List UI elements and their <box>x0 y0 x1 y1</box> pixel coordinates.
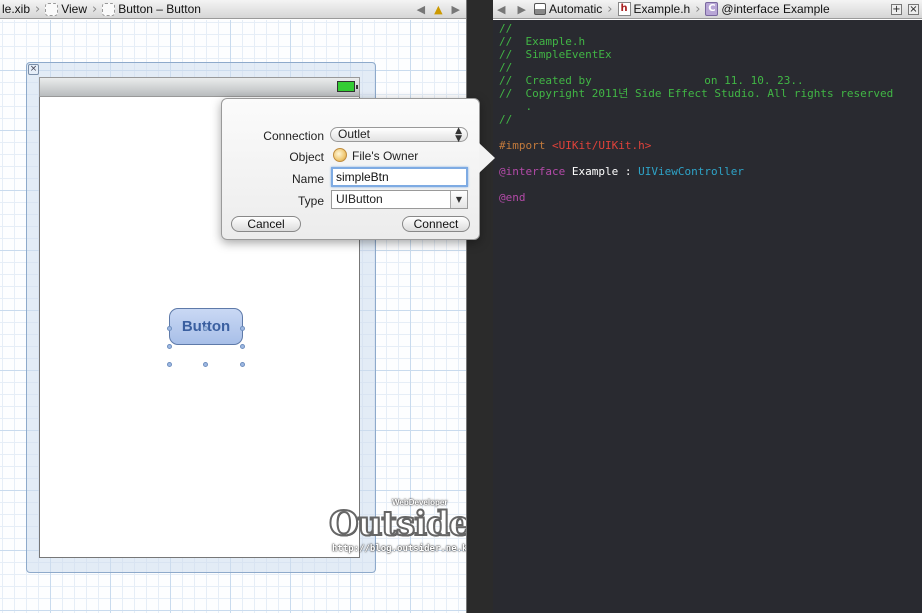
add-assistant-editor-icon[interactable]: + <box>891 3 902 15</box>
code-comment-line: // Created by on 11. 10. 23.. <box>499 74 804 87</box>
simulated-status-bar <box>39 77 360 97</box>
breadcrumb-separator-icon: › <box>695 1 701 17</box>
breadcrumb-xib-file[interactable]: le.xib <box>0 0 32 18</box>
breadcrumb-separator-icon: › <box>607 1 613 17</box>
symbol-label: @interface Example <box>721 2 830 16</box>
connection-type-popup[interactable]: Outlet ▲ ▼ <box>330 126 468 144</box>
button-object-icon <box>102 2 116 16</box>
connection-label: Connection <box>263 129 324 143</box>
breadcrumb-view-label: View <box>61 2 88 16</box>
code-comment-line: // SimpleEventEx <box>499 48 612 61</box>
close-assistant-editor-icon[interactable]: × <box>908 3 919 15</box>
battery-icon <box>337 81 358 92</box>
import-directive: #import <box>499 139 546 152</box>
code-comment-line: // <box>499 113 513 126</box>
next-issue-icon[interactable]: ▶ <box>446 3 466 16</box>
assistant-mode-automatic[interactable]: Automatic <box>532 0 604 18</box>
code-comment-line: . <box>499 100 533 113</box>
go-forward-icon[interactable]: ▶ <box>511 3 531 16</box>
go-back-icon[interactable]: ◀ <box>491 3 511 16</box>
warning-icon[interactable]: ▲ <box>431 3 445 16</box>
type-value: UIButton <box>336 192 383 206</box>
class-symbol-icon: C <box>705 2 719 16</box>
code-comment-line: // <box>499 22 513 35</box>
resize-handle[interactable] <box>203 326 208 331</box>
cancel-button[interactable]: Cancel <box>231 216 301 232</box>
resize-handle[interactable] <box>240 326 245 331</box>
breadcrumb-header-file[interactable]: h Example.h <box>616 0 693 18</box>
resize-handle[interactable] <box>167 326 172 331</box>
assistant-editor-jump-bar: ◀ ▶ Automatic › h Example.h › C @interface… <box>467 0 922 19</box>
object-value: File's Owner <box>352 149 419 163</box>
resize-handle[interactable] <box>167 362 172 367</box>
object-label: Object <box>289 150 324 164</box>
watermark-logo: Outsider <box>328 504 488 544</box>
code-comment-line: // Example.h <box>499 35 586 48</box>
connect-button[interactable]: Connect <box>402 216 470 232</box>
breadcrumb-view[interactable]: View <box>43 0 89 18</box>
breadcrumb-symbol[interactable]: C @interface Example <box>703 0 831 18</box>
class-name: Example : <box>571 165 632 178</box>
watermark-tagline: WebDeveloper <box>392 498 448 507</box>
code-comment-line: // Copyright 2011년 Side Effect Studio. A… <box>499 87 894 100</box>
automatic-mode-icon <box>533 3 546 15</box>
type-combo-box[interactable]: UIButton ▼ <box>331 190 468 209</box>
breadcrumb-button-label: Button – Button <box>118 2 201 16</box>
code-editor[interactable]: // // Example.h // SimpleEventEx // // C… <box>493 20 922 613</box>
breadcrumb-separator-icon: › <box>92 1 98 17</box>
popup-arrows-icon: ▲ ▼ <box>455 126 462 144</box>
superclass-name: UIViewController <box>638 165 745 178</box>
resize-handle[interactable] <box>240 344 245 349</box>
view-object-icon <box>45 2 59 16</box>
breadcrumb-xib-label: le.xib <box>2 2 31 16</box>
outlet-name-field[interactable] <box>331 167 468 187</box>
import-path: <UIKit/UIKit.h> <box>551 139 652 152</box>
interface-builder-jump-bar: le.xib › View › Button – Button ◀ ▲ ▶ <box>0 0 466 19</box>
popover-arrow <box>479 143 495 173</box>
connection-type-value: Outlet <box>338 127 371 141</box>
name-label: Name <box>291 172 324 186</box>
breadcrumb-separator-icon: › <box>35 1 41 17</box>
import-line: #import <UIKit/UIKit.h> <box>499 139 651 152</box>
end-keyword-line: @end <box>499 191 526 204</box>
previous-issue-icon[interactable]: ◀ <box>411 3 431 16</box>
watermark-url: http://blog.outsider.ne.kr <box>332 544 473 554</box>
resize-handle[interactable] <box>167 344 172 349</box>
close-view-icon[interactable]: × <box>28 64 39 75</box>
resize-handle[interactable] <box>203 362 208 367</box>
editor-divider[interactable] <box>466 0 493 613</box>
chevron-down-icon[interactable]: ▼ <box>450 191 467 208</box>
code-comment-line: // <box>499 61 513 74</box>
files-owner-icon <box>333 148 347 162</box>
type-label: Type <box>297 194 324 208</box>
header-file-icon: h <box>617 2 631 16</box>
interface-keyword: @interface <box>499 165 566 178</box>
automatic-label: Automatic <box>548 2 603 16</box>
interface-line: @interface Example : UIViewController <box>499 165 744 178</box>
header-file-label: Example.h <box>633 2 691 16</box>
resize-handle[interactable] <box>240 362 245 367</box>
breadcrumb-button[interactable]: Button – Button <box>100 0 203 18</box>
